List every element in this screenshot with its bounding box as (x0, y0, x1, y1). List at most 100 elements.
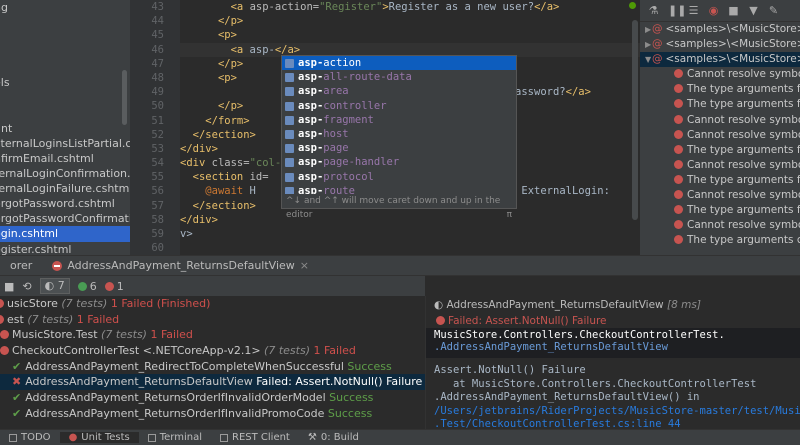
chevron-down-icon[interactable]: ▼ (640, 52, 652, 67)
error-text: Cannot resolve symbol (687, 113, 800, 126)
todo-icon (9, 433, 17, 442)
tree-item[interactable]: egister.cshtml (0, 242, 130, 256)
tree-item[interactable]: ternalLoginFailure.cshtml (0, 181, 130, 196)
tree-item[interactable] (0, 45, 130, 60)
tree-item[interactable]: nfirmEmail.cshtml (0, 151, 130, 166)
completion-item[interactable]: asp-page (282, 141, 516, 155)
code-line[interactable]: <p> (180, 28, 640, 42)
eye-icon[interactable]: ◉ (708, 4, 719, 17)
pi-icon[interactable]: π (507, 208, 512, 222)
error-icon (674, 174, 683, 184)
error-item[interactable]: The type arguments fo (640, 173, 800, 188)
line-number: 43 (151, 1, 164, 13)
filter-failed[interactable]: 1 (104, 280, 124, 293)
test-results-tree[interactable]: usicStore (7 tests) 1 Failed (Finished) e… (0, 296, 425, 429)
completion-item[interactable]: asp-all-route-data (282, 70, 516, 84)
code-line[interactable]: <a asp-action="Register">Register as a n… (180, 0, 640, 14)
completion-item[interactable]: asp-action (282, 56, 516, 71)
error-group[interactable]: ▼@<samples>\<MusicStore>\< (640, 52, 800, 68)
test-count: (7 tests) (264, 344, 310, 358)
line-number: 49 (151, 86, 164, 99)
tab-explorer[interactable]: orer (0, 259, 42, 272)
tree-item[interactable]: xternalLoginsListPartial.cs (0, 136, 130, 151)
error-item[interactable]: The type arguments fo (640, 82, 800, 97)
pause-icon[interactable]: ❚❚ (668, 4, 686, 17)
test-node[interactable]: ✔ AddressAndPayment_RedirectToCompleteWhe… (0, 359, 425, 375)
completion-item[interactable]: asp-area (282, 84, 516, 98)
completion-item[interactable]: asp-host (282, 127, 516, 141)
error-item[interactable]: Cannot resolve symbol (640, 67, 800, 82)
stop-icon[interactable]: ■ (728, 4, 739, 17)
tab-todo[interactable]: TODO (0, 432, 60, 443)
tree-item[interactable] (0, 15, 130, 30)
output-line[interactable]: .Test/CheckoutControllerTest.cs:line 44 (426, 418, 800, 429)
code-line[interactable]: v> (180, 227, 640, 241)
stack-trace-header[interactable]: MusicStore.Controllers.CheckoutControlle… (426, 328, 800, 358)
tree-item[interactable] (0, 91, 130, 106)
tab-build[interactable]: ⚒ 0: Build (299, 432, 368, 443)
close-icon[interactable]: × (300, 259, 309, 272)
code-line[interactable]: </p> (180, 14, 640, 28)
error-item[interactable]: The type arguments fo (640, 203, 800, 218)
test-node[interactable]: usicStore (7 tests) 1 Failed (Finished) (0, 296, 425, 312)
tree-item[interactable]: orgotPassword.cshtml (0, 196, 130, 211)
test-node[interactable]: ✖ AddressAndPayment_ReturnsDefaultView Fa… (0, 374, 425, 391)
error-group[interactable]: ▶@<samples>\<MusicStore>\< (640, 22, 800, 37)
failed-icon (104, 281, 114, 291)
code-line[interactable] (180, 241, 640, 255)
error-item[interactable]: Cannot resolve symbol (640, 113, 800, 128)
stop-run-icon[interactable]: ■ (4, 280, 14, 293)
flask-icon[interactable]: ⚗ (648, 4, 659, 17)
rest-client-icon (220, 433, 228, 442)
tree-item[interactable]: ternalLoginConfirmation. (0, 166, 130, 181)
completion-item[interactable]: asp-controller (282, 99, 516, 113)
tree-item[interactable]: els (0, 75, 130, 90)
list-icon[interactable]: ☰ (688, 4, 699, 17)
filter-passed[interactable]: 6 (77, 280, 97, 293)
tab-rest-client[interactable]: REST Client (211, 432, 299, 443)
tab-unit-tests[interactable]: ● Unit Tests (59, 432, 139, 443)
output-line[interactable]: /Users/jetbrains/RiderProjects/MusicStor… (426, 405, 800, 419)
error-item[interactable]: Cannot resolve symbol (640, 128, 800, 143)
tree-item[interactable]: orgotPasswordConfirmatio (0, 211, 130, 226)
error-group[interactable]: ▶@<samples>\<MusicStore>\< (640, 37, 800, 52)
completion-popup[interactable]: asp-action asp-all-route-data asp-area asp-… (281, 55, 517, 220)
test-node[interactable]: ✔ AddressAndPayment_ReturnsOrderIfInvalid… (0, 406, 425, 422)
editor-scrollbar[interactable] (632, 20, 638, 220)
tree-scrollbar[interactable] (122, 70, 127, 125)
error-item[interactable]: The type arguments fo (640, 143, 800, 158)
tree-item[interactable] (0, 106, 130, 121)
tab-terminal[interactable]: Terminal (139, 432, 211, 443)
error-group-label: <samples>\<MusicStore>\< (665, 53, 800, 66)
test-node[interactable]: MusicStore.Test (7 tests) 1 Failed (0, 327, 425, 343)
test-node[interactable]: ✔ AddressAndPayment_ReturnsOrderIfInvalid… (0, 390, 425, 406)
tree-item[interactable] (0, 30, 130, 45)
project-tree[interactable]: ng els untxternalLoginsListPartial.csnfirm… (0, 0, 130, 255)
test-node[interactable]: est (7 tests) 1 Failed (0, 312, 425, 328)
test-node[interactable]: CheckoutControllerTest <.NETCoreApp-v2.1… (0, 343, 425, 359)
tab-test-session[interactable]: AddressAndPayment_ReturnsDefaultView × (42, 259, 319, 272)
chevron-right-icon[interactable]: ▶ (640, 22, 652, 37)
line-number: 56 (151, 185, 164, 198)
tree-item[interactable]: ogin.cshtml (0, 226, 130, 242)
check-icon: ✔ (12, 391, 22, 405)
tree-item[interactable] (0, 60, 130, 75)
error-item[interactable]: The type arguments fo (640, 97, 800, 112)
completion-item[interactable]: asp-page-handler (282, 155, 516, 169)
rerun-icon[interactable]: ⟲ (22, 280, 31, 293)
error-item[interactable]: The type arguments ca (640, 233, 800, 248)
filter-icon[interactable]: ▼ (748, 4, 759, 17)
completion-item[interactable]: asp-fragment (282, 113, 516, 127)
chevron-right-icon[interactable]: ▶ (640, 37, 652, 52)
code-line[interactable]: </div> (180, 213, 640, 227)
brush-icon[interactable]: ✎ (768, 4, 779, 17)
test-tabs: orer AddressAndPayment_ReturnsDefaultVie… (0, 255, 800, 276)
error-item[interactable]: Cannot resolve symbol (640, 158, 800, 173)
failed-icon (0, 330, 9, 340)
error-item[interactable]: Cannot resolve symbol (640, 218, 800, 233)
tree-item[interactable]: ng (0, 0, 130, 15)
tree-item[interactable]: unt (0, 121, 130, 136)
error-item[interactable]: Cannot resolve symbol (640, 188, 800, 203)
filter-all[interactable]: ◐ 7 (39, 278, 70, 294)
completion-item[interactable]: asp-protocol (282, 170, 516, 184)
